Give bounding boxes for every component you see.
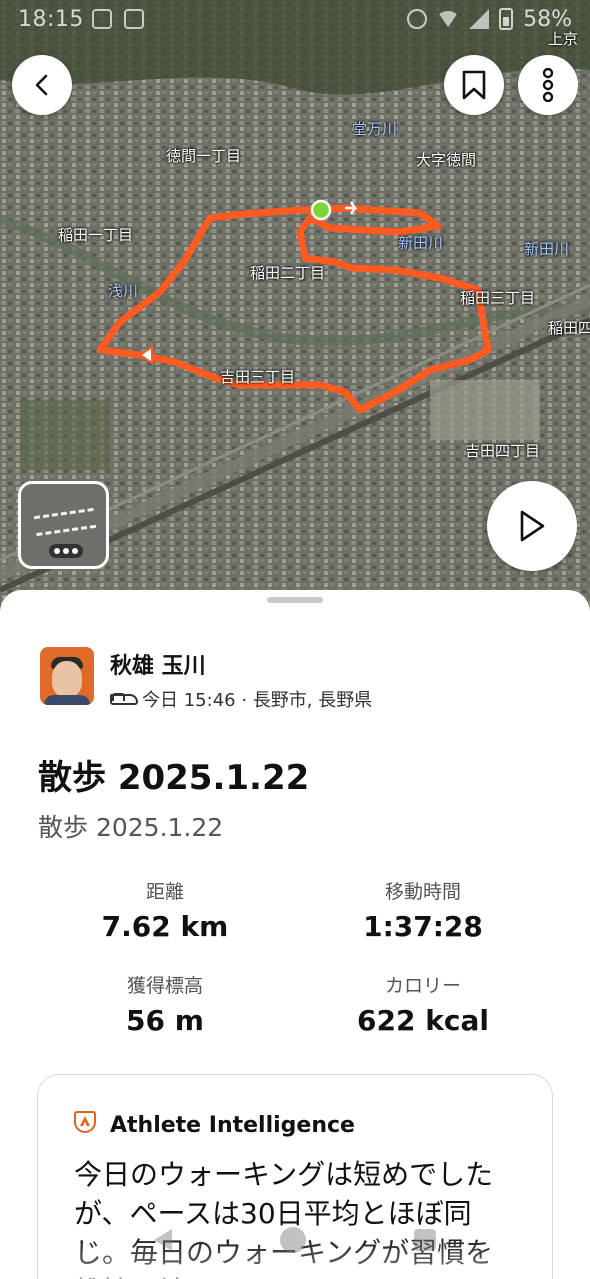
map-label: 徳間一丁目 (166, 147, 242, 165)
bookmark-icon (462, 70, 486, 100)
stat-label: カロリー (384, 975, 461, 997)
back-button[interactable] (12, 55, 72, 115)
nav-home-icon[interactable] (280, 1226, 306, 1253)
more-vertical-icon (542, 68, 554, 102)
map-label: 稲田三丁目 (460, 289, 536, 307)
wifi-icon (437, 11, 460, 27)
map-label: 大字徳間 (416, 151, 477, 169)
more-photos-icon (49, 544, 83, 558)
stat-label: 移動時間 (384, 881, 461, 903)
system-nav-bar (0, 1200, 590, 1279)
stat-distance: 距離 7.62 km (45, 877, 285, 943)
stat-elevation: 獲得標高 56 m (45, 971, 285, 1037)
activity-title: 散歩 2025.1.22 (38, 758, 310, 798)
stat-moving-time: 移動時間 1:37:28 (303, 877, 543, 943)
map-label: 稲田四 (548, 319, 590, 337)
map-label: 新田川 (398, 234, 444, 252)
nav-recent-apps-icon[interactable] (414, 1228, 436, 1251)
map-label: 堂万川 (352, 120, 398, 138)
map-label: 吉田三丁目 (220, 368, 296, 386)
activity-meta: 今日 15:46 · 長野市, 長野県 (110, 686, 372, 712)
stat-value: 622 kcal (357, 1004, 489, 1037)
route-map[interactable]: 18:15 58% 徳間一丁目 大字徳間 堂万川 稲田一丁目 稲田二丁目 稲田三… (0, 0, 590, 615)
signal-icon (469, 9, 490, 29)
shoe-icon (110, 693, 138, 705)
sheet-grab-handle[interactable] (267, 597, 323, 603)
map-label: 稲田一丁目 (58, 226, 134, 244)
map-label: 吉田四丁目 (465, 442, 541, 460)
photo-thumbnail[interactable] (18, 481, 109, 569)
chevron-left-icon (35, 74, 48, 96)
map-label: 浅川 (108, 282, 139, 300)
save-route-button[interactable] (444, 55, 504, 115)
status-bar: 18:15 58% (0, 0, 590, 38)
activity-meta-text: 今日 15:46 · 長野市, 長野県 (142, 690, 373, 711)
stat-value: 56 m (126, 1004, 204, 1037)
stat-label: 獲得標高 (126, 975, 203, 997)
do-not-disturb-icon (407, 9, 428, 29)
flyover-play-button[interactable] (487, 481, 577, 571)
nav-back-icon[interactable] (154, 1228, 172, 1251)
battery-icon (499, 8, 514, 30)
activity-description: 散歩 2025.1.22 (38, 813, 224, 842)
notification-icons (91, 9, 144, 29)
map-label: 新田川 (524, 240, 570, 258)
stat-calories: カロリー 622 kcal (303, 971, 543, 1037)
ai-card-title: Athlete Intelligence (110, 1113, 355, 1138)
avatar[interactable] (40, 647, 94, 705)
athlete-intelligence-icon (74, 1111, 96, 1133)
stat-label: 距離 (145, 881, 184, 903)
stat-value: 1:37:28 (363, 910, 483, 943)
status-time: 18:15 (18, 6, 84, 32)
athlete-name[interactable]: 秋雄 玉川 (110, 648, 206, 680)
map-label: 稲田二丁目 (250, 264, 326, 282)
activity-sheet: 秋雄 玉川 今日 15:46 · 長野市, 長野県 散歩 2025.1.22 散… (0, 590, 590, 1279)
stat-value: 7.62 km (101, 910, 229, 943)
play-icon (520, 510, 545, 542)
more-options-button[interactable] (518, 55, 578, 115)
battery-percent: 58% (523, 6, 572, 32)
